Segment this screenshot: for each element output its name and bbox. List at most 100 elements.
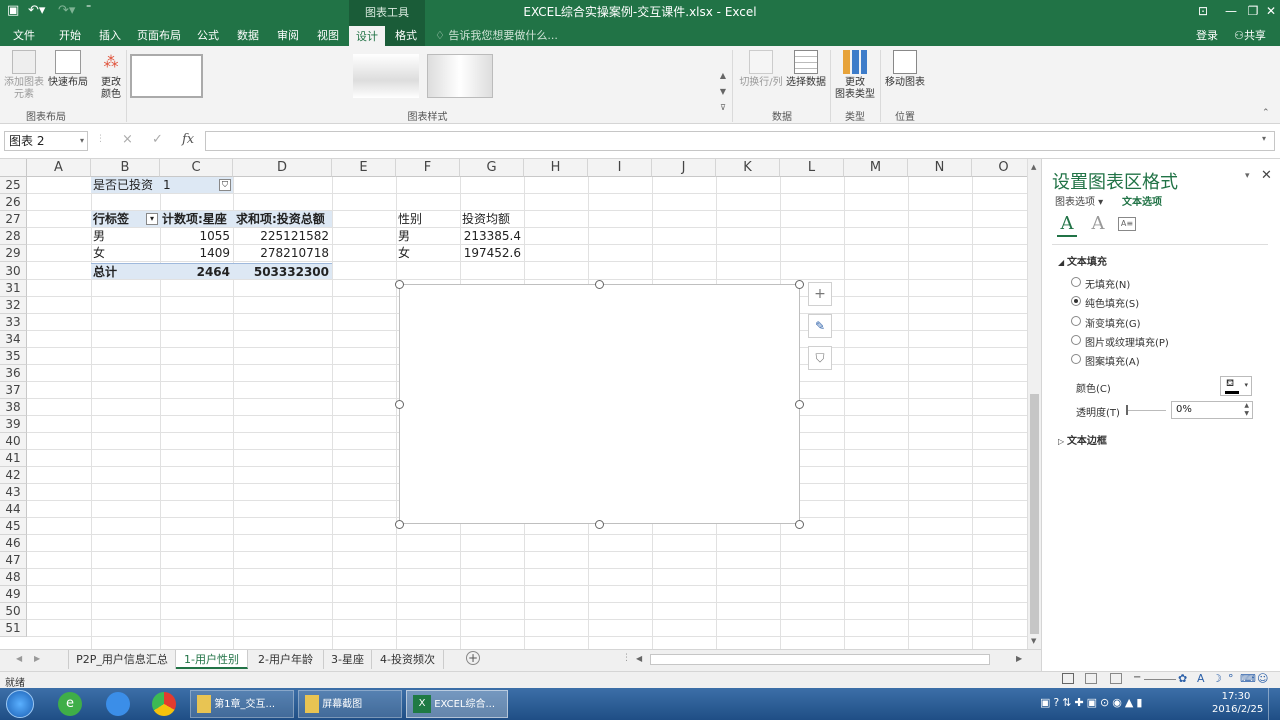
pivot-header-row-labels[interactable]: 行标签 ▾ bbox=[91, 211, 160, 228]
no-fill-radio[interactable] bbox=[1071, 277, 1081, 287]
sheet-tab[interactable]: P2P_用户信息汇总 bbox=[68, 650, 176, 669]
text-options-tab[interactable]: 文本选项 bbox=[1122, 193, 1162, 208]
redo-icon[interactable]: ↷▾ bbox=[58, 3, 75, 18]
chart-filters-icon[interactable]: ⛉ bbox=[808, 346, 832, 370]
filter-value-cell[interactable]: 1 ⛉ bbox=[160, 177, 233, 194]
chrome-icon[interactable] bbox=[152, 692, 176, 716]
normal-view-icon[interactable] bbox=[1062, 673, 1074, 684]
row-header[interactable]: 28 bbox=[0, 228, 27, 245]
save-icon[interactable]: ▣ bbox=[7, 3, 19, 18]
row-header[interactable]: 49 bbox=[0, 586, 27, 603]
zoom-slider[interactable] bbox=[1144, 679, 1176, 680]
tab-view[interactable]: 视图 bbox=[310, 25, 346, 46]
row-header[interactable]: 39 bbox=[0, 416, 27, 433]
row-header[interactable]: 47 bbox=[0, 552, 27, 569]
tab-data[interactable]: 数据 bbox=[230, 25, 266, 46]
col-header[interactable]: J bbox=[652, 159, 716, 177]
page-layout-view-icon[interactable] bbox=[1085, 673, 1097, 684]
col-header[interactable]: L bbox=[780, 159, 844, 177]
picture-fill-radio[interactable] bbox=[1071, 335, 1081, 345]
sheet-tab[interactable]: 4-投资频次 bbox=[372, 650, 444, 669]
switch-row-column-button[interactable]: 切换行/列 bbox=[736, 50, 786, 89]
move-chart-button[interactable]: 移动图表 bbox=[882, 50, 928, 89]
ime-moon-icon[interactable]: ☽ bbox=[1212, 672, 1222, 685]
spin-icon[interactable]: ▲ ▼ bbox=[1244, 402, 1249, 418]
col-header[interactable]: E bbox=[332, 159, 396, 177]
collapse-ribbon-icon[interactable]: ⌃ bbox=[1262, 108, 1270, 118]
tab-home[interactable]: 开始 bbox=[52, 25, 88, 46]
cancel-icon[interactable]: × bbox=[122, 132, 133, 147]
row-header[interactable]: 27 bbox=[0, 211, 27, 228]
ime-icon[interactable]: ✿ bbox=[1178, 672, 1187, 685]
ime-a-icon[interactable]: A bbox=[1197, 672, 1205, 685]
row-header[interactable]: 43 bbox=[0, 484, 27, 501]
row-labels-dropdown-icon[interactable]: ▾ bbox=[146, 213, 158, 225]
row-header[interactable]: 40 bbox=[0, 433, 27, 450]
new-sheet-icon[interactable]: + bbox=[466, 651, 480, 665]
row-header[interactable]: 42 bbox=[0, 467, 27, 484]
col-header[interactable]: I bbox=[588, 159, 652, 177]
col-header[interactable]: G bbox=[460, 159, 524, 177]
row-header[interactable]: 35 bbox=[0, 348, 27, 365]
taskbar-item-screenshots[interactable]: 屏幕截图 bbox=[298, 690, 402, 718]
tab-insert[interactable]: 插入 bbox=[92, 25, 128, 46]
col-header[interactable]: O bbox=[972, 159, 1027, 177]
gradient-fill-radio[interactable] bbox=[1071, 316, 1081, 326]
tab-page-layout[interactable]: 页面布局 bbox=[132, 25, 186, 46]
tab-formulas[interactable]: 公式 bbox=[190, 25, 226, 46]
app-feather-icon[interactable] bbox=[106, 692, 130, 716]
tab-design[interactable]: 设计 bbox=[349, 25, 385, 46]
row-header[interactable]: 32 bbox=[0, 297, 27, 314]
ime-keyboard-icon[interactable]: ⌨ bbox=[1240, 672, 1256, 685]
row-header[interactable]: 44 bbox=[0, 501, 27, 518]
ime-dot-icon[interactable]: ° bbox=[1228, 672, 1234, 685]
transparency-input[interactable]: 0% ▲ ▼ bbox=[1171, 401, 1253, 419]
row-header[interactable]: 29 bbox=[0, 245, 27, 262]
customize-qat-icon[interactable]: ⁼ bbox=[86, 3, 91, 14]
show-desktop-button[interactable] bbox=[1268, 688, 1280, 720]
scroll-sheets-right-icon[interactable]: ▶ bbox=[34, 654, 40, 663]
chart-resize-handle[interactable] bbox=[795, 400, 804, 409]
chart-style-5[interactable] bbox=[427, 54, 493, 98]
row-header[interactable]: 37 bbox=[0, 382, 27, 399]
col-header[interactable]: M bbox=[844, 159, 908, 177]
horizontal-scroll-thumb[interactable] bbox=[650, 654, 990, 665]
row-header[interactable]: 45 bbox=[0, 518, 27, 535]
color-picker-button[interactable]: ⛾ ▾ bbox=[1220, 376, 1252, 396]
sheet-tab[interactable]: 2-用户年龄 bbox=[248, 650, 324, 669]
col-header[interactable]: D bbox=[233, 159, 332, 177]
row-header[interactable]: 26 bbox=[0, 194, 27, 211]
chart-elements-plus-icon[interactable]: + bbox=[808, 282, 832, 306]
quick-layout-button[interactable]: 快速布局 bbox=[46, 50, 90, 89]
row-header[interactable]: 34 bbox=[0, 331, 27, 348]
select-data-button[interactable]: 选择数据 bbox=[784, 50, 828, 89]
undo-icon[interactable]: ↶▾ bbox=[28, 3, 45, 18]
chart-resize-handle[interactable] bbox=[395, 280, 404, 289]
row-header[interactable]: 36 bbox=[0, 365, 27, 382]
expand-formula-icon[interactable]: ▾ bbox=[1262, 134, 1266, 143]
row-header[interactable]: 31 bbox=[0, 280, 27, 297]
pane-options-icon[interactable]: ▾ bbox=[1245, 171, 1250, 181]
transparency-slider-thumb[interactable] bbox=[1126, 405, 1128, 415]
scroll-sheets-left-icon[interactable]: ◀ bbox=[16, 654, 22, 663]
hscroll-left-icon[interactable]: ◀ bbox=[636, 654, 642, 663]
col-header[interactable]: H bbox=[524, 159, 588, 177]
change-colors-button[interactable]: ⁂ 更改 颜色 bbox=[94, 50, 128, 101]
sheet-tab[interactable]: 3-星座 bbox=[324, 650, 372, 669]
chart-resize-handle[interactable] bbox=[395, 520, 404, 529]
col-header[interactable]: A bbox=[27, 159, 91, 177]
chart-area[interactable] bbox=[399, 284, 800, 524]
row-header[interactable]: 51 bbox=[0, 620, 27, 637]
col-header[interactable]: K bbox=[716, 159, 780, 177]
textbox-icon[interactable]: A≡ bbox=[1118, 217, 1136, 231]
chart-styles-brush-icon[interactable]: ✎ bbox=[808, 314, 832, 338]
row-header[interactable]: 30 bbox=[0, 262, 27, 280]
scroll-thumb[interactable] bbox=[1030, 394, 1039, 634]
row-header[interactable]: 48 bbox=[0, 569, 27, 586]
enter-icon[interactable]: ✓ bbox=[152, 132, 163, 147]
zoom-out-icon[interactable]: − bbox=[1133, 672, 1141, 683]
chart-style-4[interactable] bbox=[353, 54, 419, 98]
text-fill-section[interactable]: ◢ 文本填充 bbox=[1058, 253, 1107, 268]
row-header[interactable]: 46 bbox=[0, 535, 27, 552]
share-button[interactable]: ⚇共享 bbox=[1226, 25, 1274, 46]
